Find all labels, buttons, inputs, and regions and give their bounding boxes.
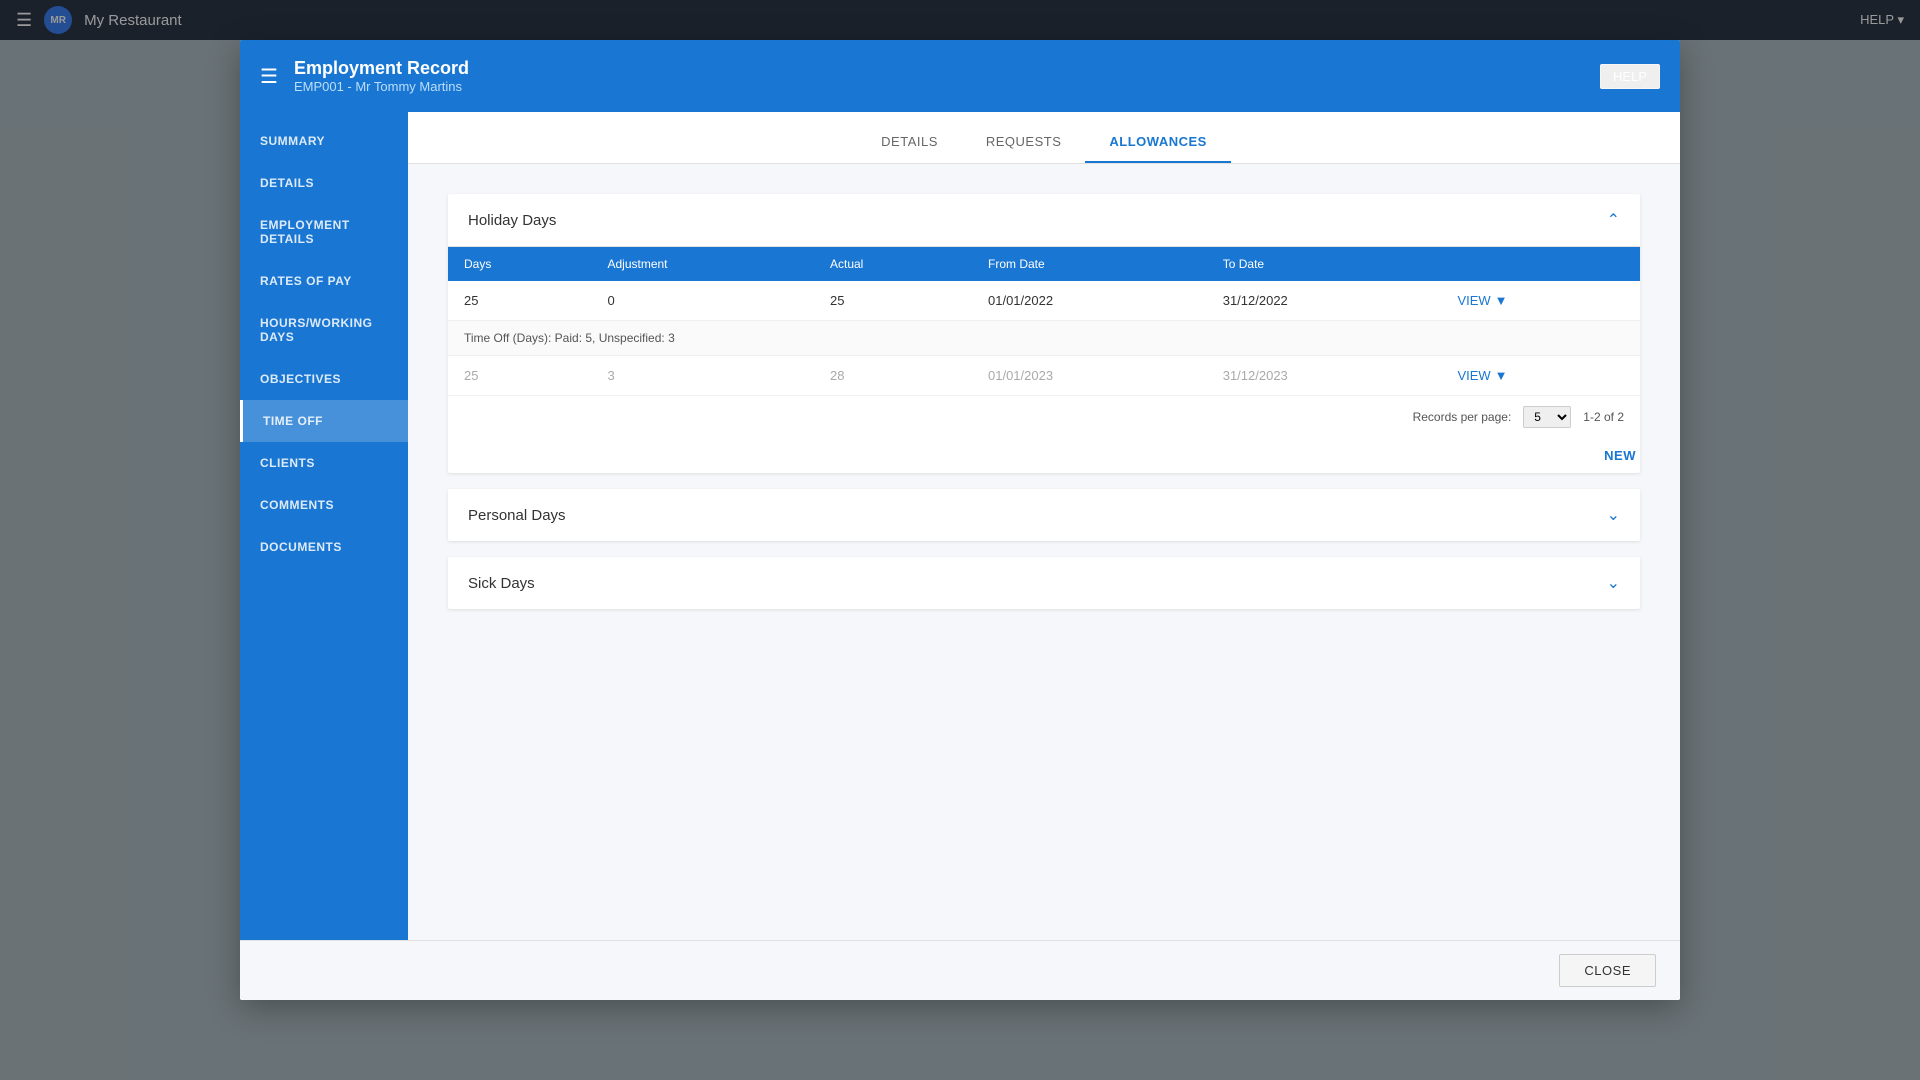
row1-info: Time Off (Days): Paid: 5, Unspecified: 3 [448, 321, 1640, 356]
personal-days-section: Personal Days ⌄ [448, 489, 1640, 541]
sidebar-item-hours-working-days[interactable]: HOURS/WORKING DAYS [240, 302, 408, 358]
row1-actual: 25 [814, 281, 972, 321]
holiday-days-table: Days Adjustment Actual From Date To Date [448, 247, 1640, 396]
row2-adjustment: 3 [591, 356, 814, 396]
col-adjustment: Adjustment [591, 247, 814, 281]
modal-footer: CLOSE [240, 940, 1680, 1000]
holiday-days-table-wrapper: Days Adjustment Actual From Date To Date [448, 247, 1640, 438]
main-content: Holiday Days ⌃ Days Adjustment Actu [408, 164, 1680, 655]
row2-days: 25 [448, 356, 591, 396]
personal-days-header: Personal Days ⌄ [448, 489, 1640, 541]
row1-days: 25 [448, 281, 591, 321]
modal: ☰ Employment Record EMP001 - Mr Tommy Ma… [240, 40, 1680, 1000]
sick-days-section: Sick Days ⌄ [448, 557, 1640, 609]
sidebar-item-objectives[interactable]: OBJECTIVES [240, 358, 408, 400]
row2-view-label: VIEW [1457, 368, 1490, 383]
tab-requests[interactable]: REQUESTS [962, 120, 1086, 163]
col-actual: Actual [814, 247, 972, 281]
row2-from-date: 01/01/2023 [972, 356, 1207, 396]
records-count: 1-2 of 2 [1583, 410, 1624, 424]
modal-help-button[interactable]: HELP [1600, 64, 1660, 89]
sick-days-chevron[interactable]: ⌄ [1607, 573, 1620, 593]
sidebar-item-documents[interactable]: DOCUMENTS [240, 526, 408, 568]
modal-overlay: ☰ Employment Record EMP001 - Mr Tommy Ma… [0, 0, 1920, 1080]
sidebar-item-employment-details[interactable]: EMPLOYMENT DETAILS [240, 204, 408, 260]
personal-days-chevron[interactable]: ⌄ [1607, 505, 1620, 525]
row2-view-chevron: ▼ [1495, 368, 1508, 383]
row2-action: VIEW ▼ [1441, 356, 1640, 396]
row1-view-chevron: ▼ [1495, 293, 1508, 308]
col-to-date: To Date [1207, 247, 1442, 281]
row1-action: VIEW ▼ [1441, 281, 1640, 321]
modal-body: SUMMARY DETAILS EMPLOYMENT DETAILS RATES… [240, 112, 1680, 940]
new-button[interactable]: NEW [1604, 448, 1636, 463]
holiday-days-section: Holiday Days ⌃ Days Adjustment Actu [448, 194, 1640, 473]
personal-days-title: Personal Days [468, 507, 566, 524]
table-info-row: Time Off (Days): Paid: 5, Unspecified: 3 [448, 321, 1640, 356]
sidebar-item-comments[interactable]: COMMENTS [240, 484, 408, 526]
table-header: Days Adjustment Actual From Date To Date [448, 247, 1640, 281]
col-days: Days [448, 247, 591, 281]
row2-view-button[interactable]: VIEW ▼ [1457, 368, 1624, 383]
row2-actual: 28 [814, 356, 972, 396]
row1-view-label: VIEW [1457, 293, 1490, 308]
records-per-page-select[interactable]: 5 10 25 [1523, 406, 1571, 428]
sidebar-item-summary[interactable]: SUMMARY [240, 120, 408, 162]
tabs-bar: DETAILS REQUESTS ALLOWANCES [408, 112, 1680, 164]
records-per-page-label: Records per page: [1413, 410, 1512, 424]
modal-menu-icon[interactable]: ☰ [260, 64, 278, 89]
modal-title: Employment Record [294, 58, 469, 79]
sidebar-item-rates-of-pay[interactable]: RATES OF PAY [240, 260, 408, 302]
col-action [1441, 247, 1640, 281]
sidebar-item-details[interactable]: DETAILS [240, 162, 408, 204]
sick-days-header: Sick Days ⌄ [448, 557, 1640, 609]
table-footer: Records per page: 5 10 25 1-2 of 2 [448, 396, 1640, 438]
sidebar-item-clients[interactable]: CLIENTS [240, 442, 408, 484]
close-button[interactable]: CLOSE [1559, 954, 1656, 987]
table-body: 25 0 25 01/01/2022 31/12/2022 VIEW [448, 281, 1640, 396]
modal-header: ☰ Employment Record EMP001 - Mr Tommy Ma… [240, 40, 1680, 112]
sidebar: SUMMARY DETAILS EMPLOYMENT DETAILS RATES… [240, 112, 408, 940]
holiday-days-chevron-up[interactable]: ⌃ [1607, 210, 1620, 230]
col-from-date: From Date [972, 247, 1207, 281]
content-area: DETAILS REQUESTS ALLOWANCES Holiday Days… [408, 112, 1680, 940]
row1-adjustment: 0 [591, 281, 814, 321]
holiday-days-header: Holiday Days ⌃ [448, 194, 1640, 247]
sidebar-item-time-off[interactable]: TIME OFF [240, 400, 408, 442]
table-row: 25 0 25 01/01/2022 31/12/2022 VIEW [448, 281, 1640, 321]
table-row: 25 3 28 01/01/2023 31/12/2023 VIEW [448, 356, 1640, 396]
row1-view-button[interactable]: VIEW ▼ [1457, 293, 1624, 308]
tab-details[interactable]: DETAILS [857, 120, 962, 163]
row2-to-date: 31/12/2023 [1207, 356, 1442, 396]
tab-allowances[interactable]: ALLOWANCES [1085, 120, 1230, 163]
modal-header-left: ☰ Employment Record EMP001 - Mr Tommy Ma… [260, 58, 469, 94]
modal-header-titles: Employment Record EMP001 - Mr Tommy Mart… [294, 58, 469, 94]
row1-from-date: 01/01/2022 [972, 281, 1207, 321]
modal-subtitle: EMP001 - Mr Tommy Martins [294, 79, 469, 94]
new-btn-row: NEW [448, 438, 1640, 473]
sick-days-title: Sick Days [468, 575, 535, 592]
row1-to-date: 31/12/2022 [1207, 281, 1442, 321]
holiday-days-title: Holiday Days [468, 212, 556, 229]
